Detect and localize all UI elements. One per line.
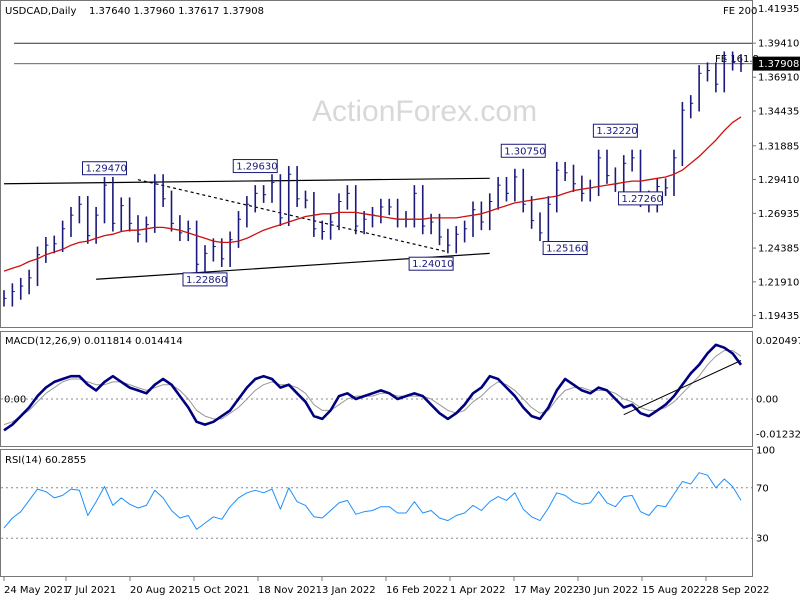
- watermark: ActionForex.com: [312, 95, 537, 128]
- rsi-panel: [0, 449, 753, 577]
- price-tick-label: 1.31885: [758, 141, 799, 152]
- macd-tick-label: 0.00: [756, 394, 778, 405]
- x-axis-label: 18 Nov 2021: [258, 585, 322, 596]
- price-tick-label: 1.34435: [758, 107, 799, 118]
- price-tick-label: 1.36910: [758, 73, 799, 84]
- x-axis-label: 20 Aug 2021: [130, 585, 194, 596]
- annotation-label: 1.30750: [504, 146, 545, 157]
- price-tick-label: 1.39410: [758, 39, 799, 50]
- x-axis-label: 24 May 2021: [4, 585, 69, 596]
- rsi-title: RSI(14) 60.2855: [5, 455, 86, 466]
- annotation-label: 1.24010: [412, 259, 453, 270]
- x-axis-label: 3 Jan 2022: [322, 585, 376, 596]
- x-axis-labels: 24 May 20217 Jul 2021 20 Aug 2021 5 Oct 20…: [3, 577, 769, 596]
- price-tick-label: 1.29410: [758, 175, 799, 186]
- price-tick-label: 1.21910: [758, 277, 799, 288]
- rsi-tick-label: 100: [756, 446, 775, 457]
- x-axis-label: 5 Oct 2021: [194, 585, 249, 596]
- fe200-label: FE 200: [723, 6, 757, 17]
- x-axis-label: 15 Aug 2022: [642, 585, 706, 596]
- chart-title: USDCAD,Daily: [5, 6, 76, 17]
- annotation-label: 1.29470: [86, 164, 127, 175]
- macd-title: MACD(12,26,9) 0.011814 0.014414: [5, 336, 183, 347]
- rsi-tick-label: 70: [756, 483, 769, 494]
- x-axis-label: 30 Jun 2022: [578, 585, 638, 596]
- annotation-label: 1.27260: [622, 194, 663, 205]
- macd-tick-label: -0.012325: [756, 430, 800, 441]
- x-axis-label: 16 Feb 2022: [386, 585, 448, 596]
- annotation-label: 1.25160: [546, 244, 587, 255]
- rsi-tick-label: 30: [756, 534, 769, 545]
- price-tick-label: 1.41935: [758, 4, 799, 15]
- chart: ActionForex.com USDCAD,Daily 1.37640 1.3…: [0, 0, 800, 596]
- macd-panel: [0, 331, 753, 447]
- price-tick-label: 1.26935: [758, 209, 799, 220]
- x-axis-label: 17 May 2022: [514, 585, 579, 596]
- macd-zero-label: 0.00: [4, 394, 26, 405]
- x-axis-label: 28 Sep 2022: [706, 585, 769, 596]
- price-tick-label: 1.19435: [758, 311, 799, 322]
- current-price-label: 1.37908: [758, 59, 799, 70]
- annotation-label: 1.22860: [186, 275, 227, 286]
- x-axis-label: 7 Jul 2021: [66, 585, 116, 596]
- x-axis-label: 1 Apr 2022: [450, 585, 505, 596]
- ohlc-readout: 1.37640 1.37960 1.37617 1.37908: [89, 6, 264, 17]
- price-tick-label: 1.24385: [758, 244, 799, 255]
- annotation-label: 1.32220: [596, 126, 637, 137]
- macd-tick-label: 0.020497: [756, 336, 800, 347]
- annotation-label: 1.29630: [236, 162, 277, 173]
